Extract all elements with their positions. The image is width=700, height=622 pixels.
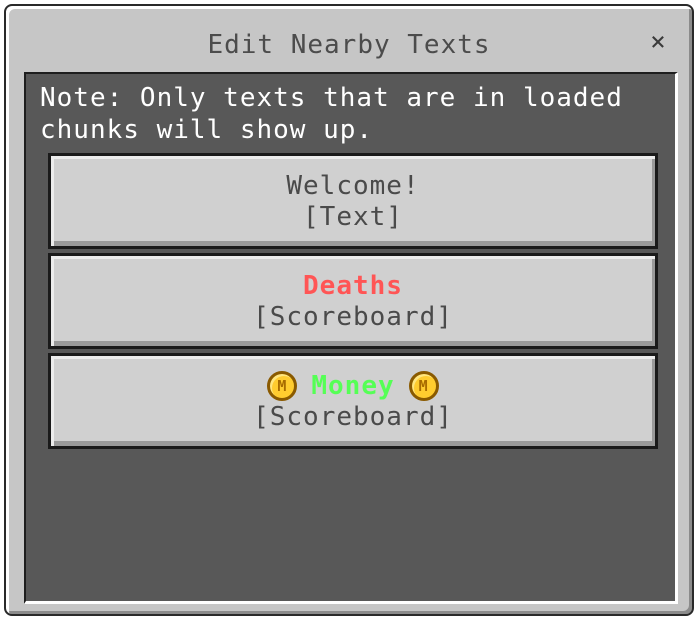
entry-type: [Scoreboard] bbox=[253, 402, 453, 432]
entry-name: Money bbox=[311, 371, 395, 401]
edit-nearby-texts-dialog: Edit Nearby Texts × Note: Only texts tha… bbox=[4, 4, 694, 616]
entry-name: Welcome! bbox=[286, 171, 420, 201]
texts-list-panel: Note: Only texts that are in loaded chun… bbox=[24, 72, 678, 604]
list-item-deaths[interactable]: Deaths [Scoreboard] bbox=[48, 253, 658, 349]
entry-type: [Text] bbox=[303, 202, 403, 232]
dialog-title: Edit Nearby Texts bbox=[207, 30, 491, 60]
list-item-welcome[interactable]: Welcome! [Text] bbox=[48, 153, 658, 249]
entry-name: Deaths bbox=[303, 271, 403, 301]
note-text: Note: Only texts that are in loaded chun… bbox=[40, 83, 623, 145]
list-item-money[interactable]: M Money M [Scoreboard] bbox=[48, 353, 658, 449]
coin-icon: M bbox=[267, 371, 298, 401]
close-button[interactable]: × bbox=[646, 29, 670, 55]
coin-icon: M bbox=[408, 371, 439, 401]
entry-type: [Scoreboard] bbox=[253, 302, 453, 332]
entry-name-row: M Money M bbox=[51, 370, 655, 402]
